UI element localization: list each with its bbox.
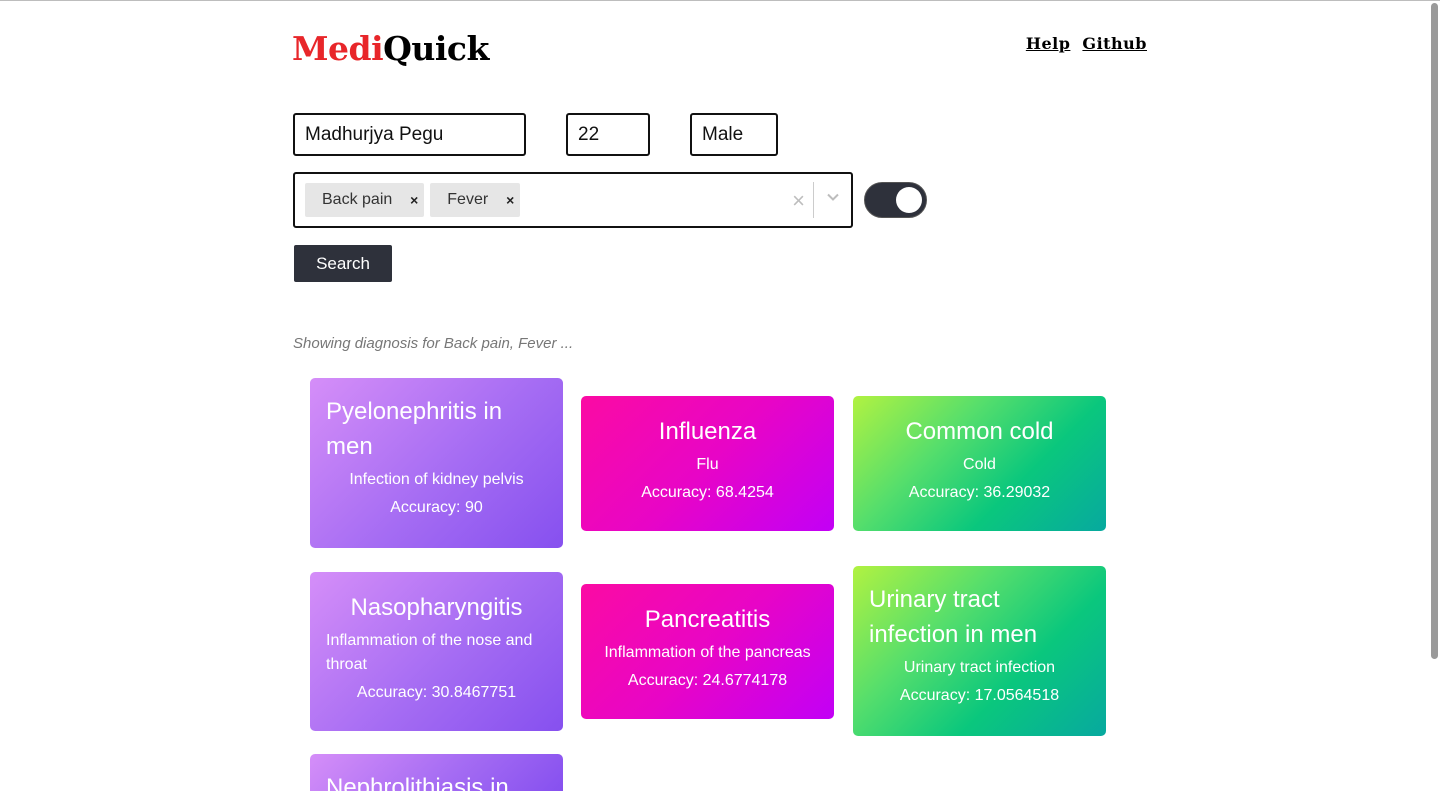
- clear-all-icon[interactable]: ×: [792, 188, 805, 214]
- search-button[interactable]: Search: [294, 245, 392, 282]
- result-title: Pyelonephritis in men: [326, 398, 503, 460]
- result-title: Influenza: [658, 418, 757, 445]
- indicator-separator: [813, 182, 814, 218]
- result-accuracy: Accuracy: 68.4254: [641, 484, 774, 501]
- result-card[interactable]: Urinary tract infection in men Urinary t…: [853, 566, 1106, 736]
- result-accuracy: Accuracy: 17.0564518: [899, 687, 1060, 704]
- result-card[interactable]: Common cold Cold Accuracy: 36.29032: [853, 396, 1106, 531]
- logo-medi: Medi: [292, 29, 384, 68]
- remove-chip-icon[interactable]: ×: [500, 192, 520, 208]
- result-description: Infection of kidney pelvis: [349, 471, 524, 488]
- name-input[interactable]: Madhurjya Pegu: [293, 113, 526, 156]
- chevron-down-icon[interactable]: [827, 191, 839, 203]
- result-description: Cold: [963, 456, 996, 473]
- result-title: Pancreatitis: [644, 606, 771, 633]
- app-logo[interactable]: MediQuick: [292, 29, 489, 68]
- mode-toggle[interactable]: [864, 182, 927, 218]
- symptoms-multiselect[interactable]: Back pain × Fever × ×: [293, 172, 853, 228]
- result-description: Inflammation of the pancreas: [604, 644, 811, 661]
- result-accuracy: Accuracy: 90: [390, 499, 483, 516]
- symptom-chip-label: Fever: [447, 191, 489, 208]
- remove-chip-icon[interactable]: ×: [404, 192, 424, 208]
- sex-select[interactable]: Male: [690, 113, 778, 156]
- result-description: Inflammation of the nose and throat: [326, 632, 533, 673]
- result-description: Flu: [696, 456, 719, 473]
- result-card[interactable]: Pancreatitis Inflammation of the pancrea…: [581, 584, 834, 719]
- symptom-chip-label: Back pain: [322, 191, 393, 208]
- result-title: Urinary tract infection in men: [869, 586, 1038, 648]
- result-accuracy: Accuracy: 36.29032: [908, 484, 1051, 501]
- result-card[interactable]: Influenza Flu Accuracy: 68.4254: [581, 396, 834, 531]
- age-input[interactable]: 22: [566, 113, 650, 156]
- toggle-knob: [896, 187, 922, 213]
- status-text: Showing diagnosis for Back pain, Fever .…: [293, 335, 574, 352]
- result-accuracy: Accuracy: 24.6774178: [627, 672, 788, 689]
- result-card[interactable]: Pyelonephritis in men Infection of kidne…: [310, 378, 563, 548]
- result-accuracy: Accuracy: 30.8467751: [356, 684, 517, 701]
- result-title: Common cold: [905, 418, 1054, 445]
- result-card[interactable]: Nephrolithiasis in: [310, 754, 563, 791]
- github-link[interactable]: Github: [1082, 34, 1147, 53]
- result-card[interactable]: Nasopharyngitis Inflammation of the nose…: [310, 572, 563, 731]
- result-title: Nephrolithiasis in: [326, 774, 509, 791]
- symptom-chip: Back pain ×: [305, 183, 425, 217]
- symptom-chip: Fever ×: [430, 183, 521, 217]
- top-nav: Help Github: [1026, 34, 1147, 53]
- result-description: Urinary tract infection: [903, 659, 1056, 676]
- help-link[interactable]: Help: [1026, 34, 1071, 53]
- page-scrollbar[interactable]: [1431, 3, 1438, 659]
- result-title: Nasopharyngitis: [350, 594, 523, 621]
- logo-quick: Quick: [383, 29, 489, 68]
